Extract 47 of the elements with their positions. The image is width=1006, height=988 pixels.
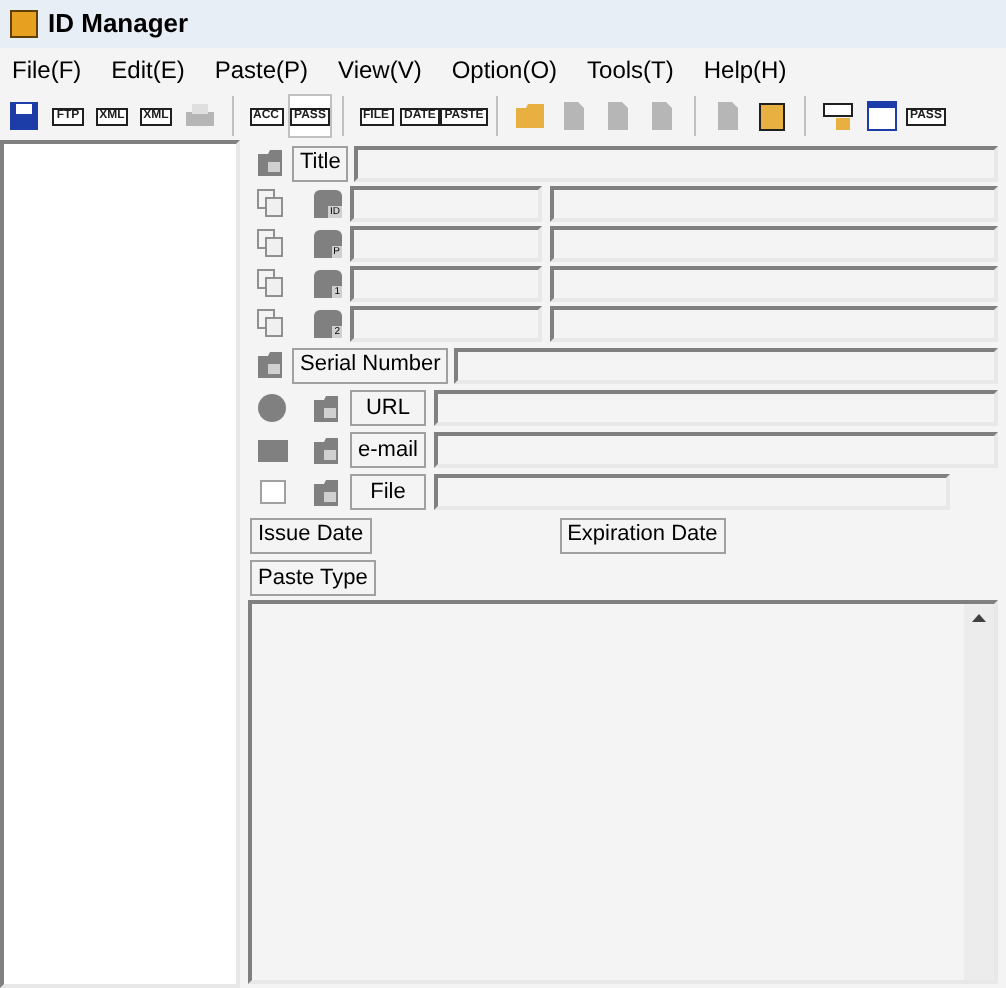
label-button[interactable]: Serial Number bbox=[292, 347, 449, 383]
text-field[interactable] bbox=[350, 305, 542, 341]
app-icon bbox=[10, 10, 38, 38]
copy-icon bbox=[256, 188, 286, 218]
text-field[interactable] bbox=[550, 225, 998, 261]
label-button[interactable]: Paste Type bbox=[250, 560, 376, 596]
text-field[interactable] bbox=[550, 265, 998, 301]
label-button[interactable]: Issue Date bbox=[250, 517, 372, 553]
menu-item[interactable]: Help(H) bbox=[703, 52, 787, 88]
page-icon bbox=[259, 480, 285, 504]
window-title: ID Manager bbox=[48, 6, 189, 43]
copy-icon bbox=[256, 308, 286, 338]
lock-icon[interactable] bbox=[822, 100, 854, 132]
folder-icon bbox=[312, 477, 342, 507]
menu-item[interactable]: Paste(P) bbox=[214, 52, 309, 88]
menu-item[interactable]: Option(O) bbox=[451, 52, 558, 88]
folder-icon bbox=[256, 148, 286, 178]
clipboard-icon[interactable] bbox=[756, 100, 788, 132]
menu-item[interactable]: Tools(T) bbox=[587, 52, 674, 88]
text-field[interactable] bbox=[354, 145, 998, 181]
text-field[interactable] bbox=[434, 390, 998, 426]
window-icon[interactable] bbox=[866, 100, 898, 132]
menu-item[interactable]: View(V) bbox=[338, 52, 422, 88]
label-button[interactable]: Title bbox=[292, 145, 349, 181]
label-button[interactable]: File bbox=[350, 474, 426, 510]
label-button[interactable]: Expiration Date bbox=[559, 517, 726, 553]
copy-icon bbox=[256, 268, 286, 298]
copy-icon bbox=[256, 228, 286, 258]
globe-icon bbox=[258, 394, 286, 422]
label-button[interactable]: URL bbox=[350, 390, 426, 426]
text-field[interactable] bbox=[550, 185, 998, 221]
text-field[interactable] bbox=[434, 432, 998, 468]
scrollbar[interactable] bbox=[964, 604, 994, 980]
text-field[interactable] bbox=[550, 305, 998, 341]
text-field[interactable] bbox=[350, 265, 542, 301]
text-field[interactable] bbox=[350, 225, 542, 261]
text-field[interactable] bbox=[434, 474, 950, 510]
folder-icon bbox=[312, 435, 342, 465]
mail-icon bbox=[257, 439, 287, 461]
save-icon[interactable] bbox=[8, 100, 40, 132]
folder-icon bbox=[256, 350, 286, 380]
folder-icon bbox=[312, 393, 342, 423]
text-field[interactable] bbox=[454, 347, 998, 383]
label-button[interactable]: e-mail bbox=[350, 432, 426, 468]
text-field[interactable] bbox=[350, 185, 542, 221]
menu-item[interactable]: Edit(E) bbox=[111, 52, 185, 88]
menu-item[interactable]: File(F) bbox=[12, 52, 82, 88]
